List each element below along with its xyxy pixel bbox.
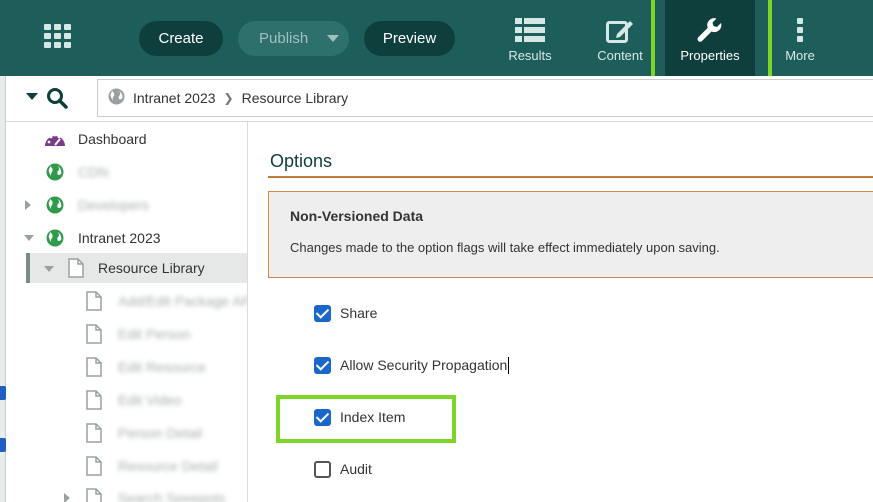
title-divider: [268, 176, 873, 178]
sidebar-item-page[interactable]: Person Detail: [6, 418, 247, 448]
sidebar-item-label: Intranet 2023: [78, 230, 161, 246]
results-nav-button[interactable]: Results: [498, 0, 562, 76]
sidebar-item-label: Resource Library: [98, 260, 205, 276]
chevron-right-icon[interactable]: [25, 200, 31, 210]
page-icon: [86, 423, 102, 446]
share-checkbox[interactable]: [314, 304, 331, 322]
index-item-option[interactable]: Index Item: [314, 407, 405, 427]
sidebar-item-label: Person Detail: [118, 425, 203, 441]
apps-grid-icon[interactable]: [44, 24, 72, 48]
properties-nav-label: Properties: [680, 48, 740, 63]
share-option[interactable]: Share: [314, 303, 377, 323]
audit-checkbox[interactable]: [314, 460, 331, 478]
non-versioned-notice: Non-Versioned Data Changes made to the o…: [268, 191, 873, 278]
sidebar-item-page[interactable]: Search Seeepots: [6, 483, 247, 502]
notice-title: Non-Versioned Data: [290, 208, 424, 224]
sidebar-item-page[interactable]: Add/Edit Package API: [6, 286, 248, 316]
publish-button-label: Publish: [259, 30, 309, 47]
breadcrumb: Intranet 2023 ❯ Resource Library: [97, 79, 873, 117]
create-button[interactable]: Create: [139, 21, 223, 56]
audit-label: Audit: [340, 461, 372, 477]
index-item-label: Index Item: [340, 409, 406, 425]
page-title: Options: [270, 151, 333, 171]
sidebar-item-label: Dashboard: [78, 131, 147, 147]
index-item-checkbox[interactable]: [314, 408, 331, 426]
options-panel: Options Non-Versioned Data Changes made …: [248, 122, 873, 502]
page-icon: [86, 456, 102, 479]
allow-security-propagation-checkbox[interactable]: [314, 356, 331, 374]
sidebar-item-resource-library[interactable]: Resource Library: [26, 253, 247, 283]
content-tree-sidebar: Dashboard CDN Developers Intranet 2023 R…: [6, 122, 248, 502]
sidebar-item-label: Edit Resource: [118, 359, 206, 375]
tree-collapse-toggle[interactable]: [26, 93, 38, 100]
sidebar-item-label: CDN: [78, 164, 109, 180]
results-nav-label: Results: [508, 48, 552, 63]
sidebar-item-intranet-2023[interactable]: Intranet 2023: [6, 223, 247, 253]
more-nav-label: More: [785, 48, 815, 63]
more-nav-button[interactable]: More: [772, 0, 828, 76]
chevron-down-icon[interactable]: [24, 235, 34, 241]
sidebar-item-cdn[interactable]: CDN: [6, 157, 247, 187]
sidebar-item-label: Edit Person: [118, 326, 191, 342]
sidebar-item-developers[interactable]: Developers: [6, 190, 247, 220]
search-bar-row: Intranet 2023 ❯ Resource Library: [6, 76, 873, 122]
share-label: Share: [340, 305, 378, 321]
page-icon: [86, 324, 102, 347]
sidebar-item-page[interactable]: Resource Detail: [6, 451, 247, 481]
sidebar-item-label: Add/Edit Package API: [118, 293, 248, 309]
preview-button[interactable]: Preview: [364, 21, 455, 56]
chevron-right-icon[interactable]: [64, 493, 70, 502]
globe-icon: [46, 163, 64, 184]
content-nav-button[interactable]: Content: [588, 0, 652, 76]
sidebar-item-dashboard[interactable]: Dashboard: [6, 124, 247, 154]
sidebar-item-page[interactable]: Edit Video: [6, 385, 247, 415]
wrench-icon: [697, 18, 723, 47]
list-icon: [515, 18, 545, 45]
sidebar-item-label: Resource Detail: [118, 458, 218, 474]
top-toolbar: Create Publish Preview Results Content P…: [0, 0, 873, 76]
sidebar-item-page[interactable]: Edit Person: [6, 319, 247, 349]
sidebar-item-label: Search Seeepots: [118, 490, 226, 502]
publish-button[interactable]: Publish: [238, 21, 349, 56]
properties-nav-button[interactable]: Properties: [665, 0, 755, 76]
edit-pencil-icon: [606, 18, 634, 47]
page-icon: [86, 488, 102, 502]
more-vertical-icon: [796, 18, 804, 45]
globe-icon: [108, 88, 125, 108]
breadcrumb-item-intranet[interactable]: Intranet 2023: [133, 90, 216, 106]
chevron-right-icon: ❯: [223, 91, 234, 105]
globe-icon: [46, 229, 64, 250]
dashboard-gauge-icon: [44, 130, 66, 151]
breadcrumb-item-resource-library[interactable]: Resource Library: [242, 90, 349, 106]
page-icon: [86, 357, 102, 380]
allow-security-propagation-label: Allow Security Propagation: [340, 357, 508, 373]
allow-security-propagation-option[interactable]: Allow Security Propagation: [314, 355, 510, 375]
text-cursor: [508, 356, 510, 374]
globe-icon: [46, 196, 64, 217]
page-icon: [86, 291, 102, 314]
page-icon: [68, 258, 84, 281]
chevron-down-icon[interactable]: [327, 35, 339, 42]
audit-option[interactable]: Audit: [314, 459, 372, 479]
sidebar-item-page[interactable]: Edit Resource: [6, 352, 247, 382]
sidebar-item-label: Developers: [78, 197, 149, 213]
notice-text: Changes made to the option flags will ta…: [290, 240, 720, 255]
content-nav-label: Content: [597, 48, 643, 63]
page-icon: [86, 390, 102, 413]
search-icon[interactable]: [46, 87, 68, 114]
sidebar-item-label: Edit Video: [118, 392, 182, 408]
chevron-down-icon[interactable]: [44, 266, 54, 272]
